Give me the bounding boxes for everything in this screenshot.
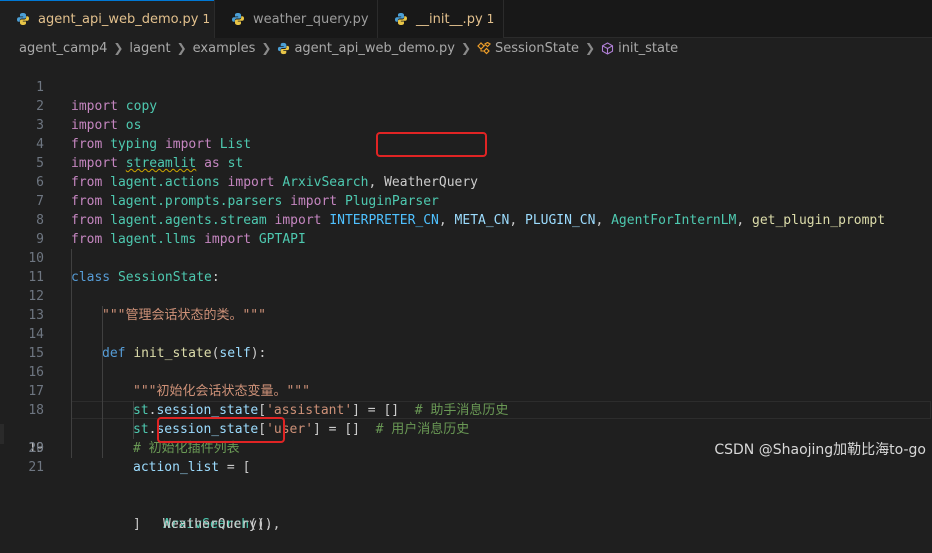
code-line: 3 from typing import List [0,97,932,152]
tab-label: agent_api_web_demo.py [38,11,199,27]
chevron-right-icon: ❯ [113,41,124,55]
editor-tab-bar: agent_api_web_demo.py 1 ✕ weather_query.… [0,0,932,38]
code-editor[interactable]: 1 import copy 2 import os 3 from typing … [0,59,932,532]
indent-guide [71,382,72,401]
code-line: 7 from lagent.agents.stream import INTER… [0,173,932,228]
chevron-right-icon: ❯ [261,41,272,55]
code-line: 15 st.session_state['assistant'] = [] # … [0,325,932,418]
indent-guide [102,401,103,420]
line-number: 21 [28,460,44,475]
code-text: action_list = [ [133,460,251,475]
indent-guide [102,325,103,344]
tab-agent-api-web-demo[interactable]: agent_api_web_demo.py 1 ✕ [0,0,232,38]
breadcrumb-item: SessionState [495,40,580,56]
indent-guide [102,439,103,458]
tab-init[interactable]: __init__.py 1 [378,0,504,38]
code-line: 18 action_list = [ [0,382,932,475]
chevron-right-icon: ❯ [585,41,596,55]
python-file-icon [394,12,408,26]
code-line: 4 import streamlit as st [0,116,932,171]
code-line: 20 WeatherQuery(), [0,420,932,532]
method-symbol-icon [601,41,614,55]
breadcrumb-class[interactable]: SessionState [477,41,579,56]
indent-guide [102,306,103,325]
indent-guide [71,420,72,439]
breadcrumb-file[interactable]: agent_api_web_demo.py [277,40,455,56]
tab-label: __init__.py [416,11,483,27]
python-file-icon [231,12,245,26]
current-line-highlight [71,401,931,419]
code-text: WeatherQuery(), [163,517,281,532]
chevron-right-icon: ❯ [176,41,187,55]
code-text: ] [133,517,141,532]
class-symbol-icon [477,41,491,55]
problem-count-badge: 1 [202,12,211,26]
python-file-icon [277,42,290,55]
indent-guide [133,420,134,439]
watermark: CSDN @Shaojing加勒比海to-go [714,442,926,458]
indent-guide [102,420,103,439]
code-line: 1 import copy [0,59,932,114]
indent-guide [102,382,103,401]
tab-weather-query[interactable]: weather_query.py [215,0,378,38]
code-line: 11 """管理会话状态的类。""" [0,249,932,323]
code-line: 8 from lagent.llms import GPTAPI [0,192,932,247]
code-line-current: 19 ArxivSearch(), [0,401,932,532]
breadcrumb-item: agent_api_web_demo.py [294,40,455,56]
breadcrumb-item[interactable]: agent_camp4 [19,41,107,56]
indent-guide [71,344,72,363]
breadcrumb-item[interactable]: lagent [129,41,170,56]
code-line: 16 st.session_state['user'] = [] # 用户消息历… [0,344,932,437]
indent-guide [102,363,103,382]
code-line: 17 # 初始化插件列表 [0,363,932,456]
problem-count-badge: 1 [486,12,495,26]
indent-guide [71,306,72,325]
python-file-icon [16,12,30,26]
breadcrumb-item[interactable]: examples [193,41,256,56]
indent-guide [71,363,72,382]
code-line: 14 """初始化会话状态变量。""" [0,306,932,399]
code-line: 10 class SessionState: [0,230,932,285]
indent-guide [71,287,72,306]
code-line: 9 [0,211,932,247]
indent-guide [71,249,72,268]
code-line: 2 import os [0,78,932,133]
code-line: 5 from lagent.actions import ArxivSearch… [0,135,932,190]
breadcrumb-item: init_state [618,40,679,56]
indent-guide [133,401,134,420]
code-line: 13 def init_state(self): [0,287,932,361]
tab-label: weather_query.py [253,11,369,27]
breadcrumb: agent_camp4 ❯ lagent ❯ examples ❯ agent_… [0,38,932,58]
breadcrumb-method[interactable]: init_state [601,41,678,56]
code-line: 6 from lagent.prompts.parsers import Plu… [0,154,932,209]
chevron-right-icon: ❯ [460,41,471,55]
code-line: 12 [0,268,932,304]
indent-guide [71,439,72,458]
indent-guide [102,344,103,363]
indent-guide [71,325,72,344]
indent-guide [71,401,72,420]
indent-guide [71,268,72,287]
